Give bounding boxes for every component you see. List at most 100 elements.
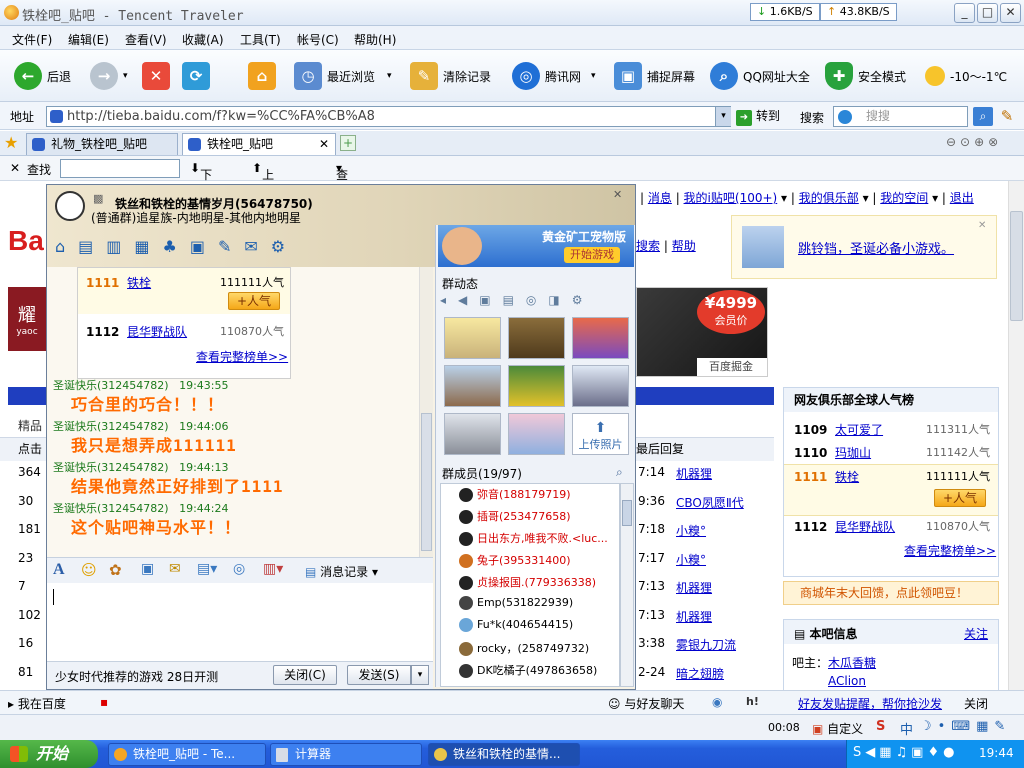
menu-help[interactable]: 帮助(H)	[354, 31, 396, 48]
rank-club-link[interactable]: 铁栓	[835, 470, 859, 484]
close-promo-icon[interactable]: ✕	[978, 220, 986, 231]
rank-more-link[interactable]: 查看完整榜单>>	[904, 542, 996, 559]
game-banner[interactable]: 黄金矿工宠物版 开始游戏	[438, 225, 634, 267]
minimize-button[interactable]: _	[954, 3, 975, 23]
close-window-button[interactable]: ✕	[1000, 3, 1021, 23]
photo-thumb[interactable]	[444, 365, 501, 407]
nav-my-tieba[interactable]: 我的i贴吧(100+)	[684, 191, 778, 205]
member-scroll-thumb[interactable]	[622, 500, 632, 526]
upload-photo-button[interactable]: ⬆ 上传照片	[572, 413, 629, 455]
url-input[interactable]: http://tieba.baidu.com/f?kw=%CC%FA%CB%A8	[46, 106, 731, 127]
url-dropdown[interactable]: ▾	[715, 107, 731, 126]
gift-icon[interactable]: ✉	[169, 561, 181, 577]
group-chat-window[interactable]: ▩ 铁丝和铁栓的基情岁月(56478750) (普通群)追星族-内地明星-其他内…	[46, 184, 636, 690]
tab-tieshuan-tieba[interactable]: 铁栓吧_贴吧 ✕	[182, 133, 336, 155]
photo-thumb[interactable]	[444, 413, 501, 455]
tab-controls[interactable]: ⊖⊙⊕⊗	[946, 135, 1002, 149]
friends-chat-button[interactable]: ☺ 与好友聊天	[608, 695, 684, 712]
home-button[interactable]: ⌂	[248, 60, 281, 92]
link-help[interactable]: 帮助	[672, 239, 696, 253]
photo-thumb[interactable]	[572, 317, 629, 359]
maximize-button[interactable]: □	[977, 3, 998, 23]
menu-file[interactable]: 文件(F)	[12, 31, 52, 48]
popup-more-link[interactable]: 查看完整榜单>>	[196, 348, 288, 365]
task-group-chat[interactable]: 铁丝和铁栓的基情...	[428, 743, 580, 766]
tencent-button[interactable]: ◎ 腾讯网 ▾	[512, 60, 596, 92]
thread-reply-user[interactable]: 雾银九刀流	[676, 636, 736, 653]
ime-tool-icons[interactable]: ☽•⌨▦✎	[920, 719, 1011, 734]
activity-toolbar[interactable]: ◂◀▣▤◎◨⚙	[440, 293, 630, 313]
follow-link[interactable]: 关注	[964, 625, 988, 642]
member-list[interactable]: 弥音(188179719) 插哥(253477658) 日出东方,唯我不败.<luc…	[440, 483, 620, 687]
start-button[interactable]: 开始	[0, 740, 98, 768]
thread-reply-user[interactable]: 机器狸	[676, 465, 712, 482]
rank-club-link[interactable]: 玛珈山	[835, 446, 871, 460]
favorites-star-icon[interactable]: ★	[4, 134, 22, 152]
nav-my-space[interactable]: 我的空间	[880, 191, 928, 205]
recent-button[interactable]: ◷ 最近浏览 ▾	[294, 60, 392, 92]
menu-tools[interactable]: 工具(T)	[240, 31, 281, 48]
ad-banner[interactable]: ¥4999 会员价 百度掘金	[636, 287, 768, 377]
rank-club-link[interactable]: 昆华野战队	[835, 520, 895, 534]
thread-reply-user[interactable]: 小糗°	[676, 522, 706, 539]
menu-view[interactable]: 查看(V)	[125, 31, 167, 48]
find-prev-button[interactable]: ⬆ 上一个	[252, 161, 274, 216]
tab-gift-tieba[interactable]: 礼物_铁栓吧_贴吧	[26, 133, 178, 155]
menu-favorites[interactable]: 收藏(A)	[182, 31, 224, 48]
screenshot-icon[interactable]: ▤▾	[197, 561, 217, 577]
photo-thumb[interactable]	[508, 365, 565, 407]
tab-featured[interactable]: 精品	[18, 417, 42, 434]
chat-tool-icons[interactable]: ⌂▤▥▦♣▣✎✉⚙	[55, 237, 298, 256]
promo-link[interactable]: 跳铃铛，圣诞必备小游戏。	[798, 238, 954, 257]
shake-icon[interactable]: ▥▾	[263, 561, 283, 577]
weather-widget[interactable]: -10～-1℃	[925, 60, 1007, 92]
menu-edit[interactable]: 编辑(E)	[68, 31, 109, 48]
go-button[interactable]: ➜ 转到	[736, 107, 780, 126]
image-icon[interactable]: ▣	[141, 561, 154, 577]
owner-link[interactable]: 木瓜香糖	[828, 654, 876, 671]
baidu-hi-icon[interactable]: ▪	[100, 695, 108, 709]
screen-capture-button[interactable]: ▣ 捕捉屏幕	[614, 60, 695, 92]
nav-my-club[interactable]: 我的俱乐部	[799, 191, 859, 205]
link-search[interactable]: 搜索	[636, 239, 660, 253]
message-record-button[interactable]: ▤ 消息记录 ▾	[305, 563, 378, 580]
status-icon-a[interactable]: ◉	[712, 695, 722, 709]
close-tab-icon[interactable]: ✕	[319, 134, 329, 154]
status-icon-b[interactable]: h!	[746, 695, 759, 708]
music-icon[interactable]: ◎	[233, 561, 245, 577]
thread-reply-user[interactable]: 机器狸	[676, 608, 712, 625]
member-item[interactable]: DK吃橘子(497863658)	[459, 662, 597, 678]
member-item[interactable]: 贞操报国.(779336338)	[459, 574, 596, 590]
refresh-button[interactable]: ⟳	[182, 60, 215, 92]
task-calculator[interactable]: 计算器	[270, 743, 422, 766]
font-icon[interactable]: A	[53, 561, 65, 579]
new-tab-icon[interactable]: +	[340, 135, 356, 151]
footer-game-ad[interactable]: 少女时代推荐的游戏 28日开测	[55, 668, 218, 685]
ime-lang[interactable]: 中	[900, 719, 913, 738]
member-item[interactable]: 插哥(253477658)	[459, 508, 571, 524]
member-item[interactable]: Fu*k(404654415)	[459, 618, 573, 632]
search-input[interactable]: 搜搜	[833, 106, 968, 127]
send-button[interactable]: 发送(S)	[347, 665, 411, 685]
popup-add-pop-button[interactable]: +人气	[228, 292, 280, 310]
owner-link[interactable]: AClion	[828, 674, 866, 688]
thread-reply-user[interactable]: CBO夙愿Ⅱ代	[676, 494, 744, 511]
photo-thumb[interactable]	[508, 413, 565, 455]
popup-club-link[interactable]: 昆华野战队	[127, 325, 187, 339]
close-find-icon[interactable]: ✕	[10, 161, 20, 175]
qq-urls-button[interactable]: ⌕ QQ网址大全	[710, 60, 810, 92]
forward-button[interactable]: → ▾	[90, 60, 128, 92]
task-browser[interactable]: 铁栓吧_贴吧 - Te...	[108, 743, 266, 766]
nav-messages[interactable]: 消息	[648, 191, 672, 205]
safe-mode-button[interactable]: ✚ 安全模式	[825, 60, 906, 92]
scroll-thumb[interactable]	[1010, 211, 1023, 321]
popup-club-link[interactable]: 铁栓	[127, 276, 151, 290]
yearend-banner[interactable]: 商城年末大回馈，点此领吧豆！	[783, 581, 999, 605]
member-item[interactable]: rocky，(258749732)	[459, 640, 589, 656]
pen-icon[interactable]: ✎	[998, 107, 1016, 126]
member-item[interactable]: 兔子(395331400)	[459, 552, 571, 568]
member-item[interactable]: 弥音(188179719)	[459, 486, 571, 502]
member-item[interactable]: 日出东方,唯我不败.<luc...	[459, 530, 608, 546]
message-scrollbar[interactable]	[419, 267, 433, 557]
message-input[interactable]	[47, 583, 433, 661]
